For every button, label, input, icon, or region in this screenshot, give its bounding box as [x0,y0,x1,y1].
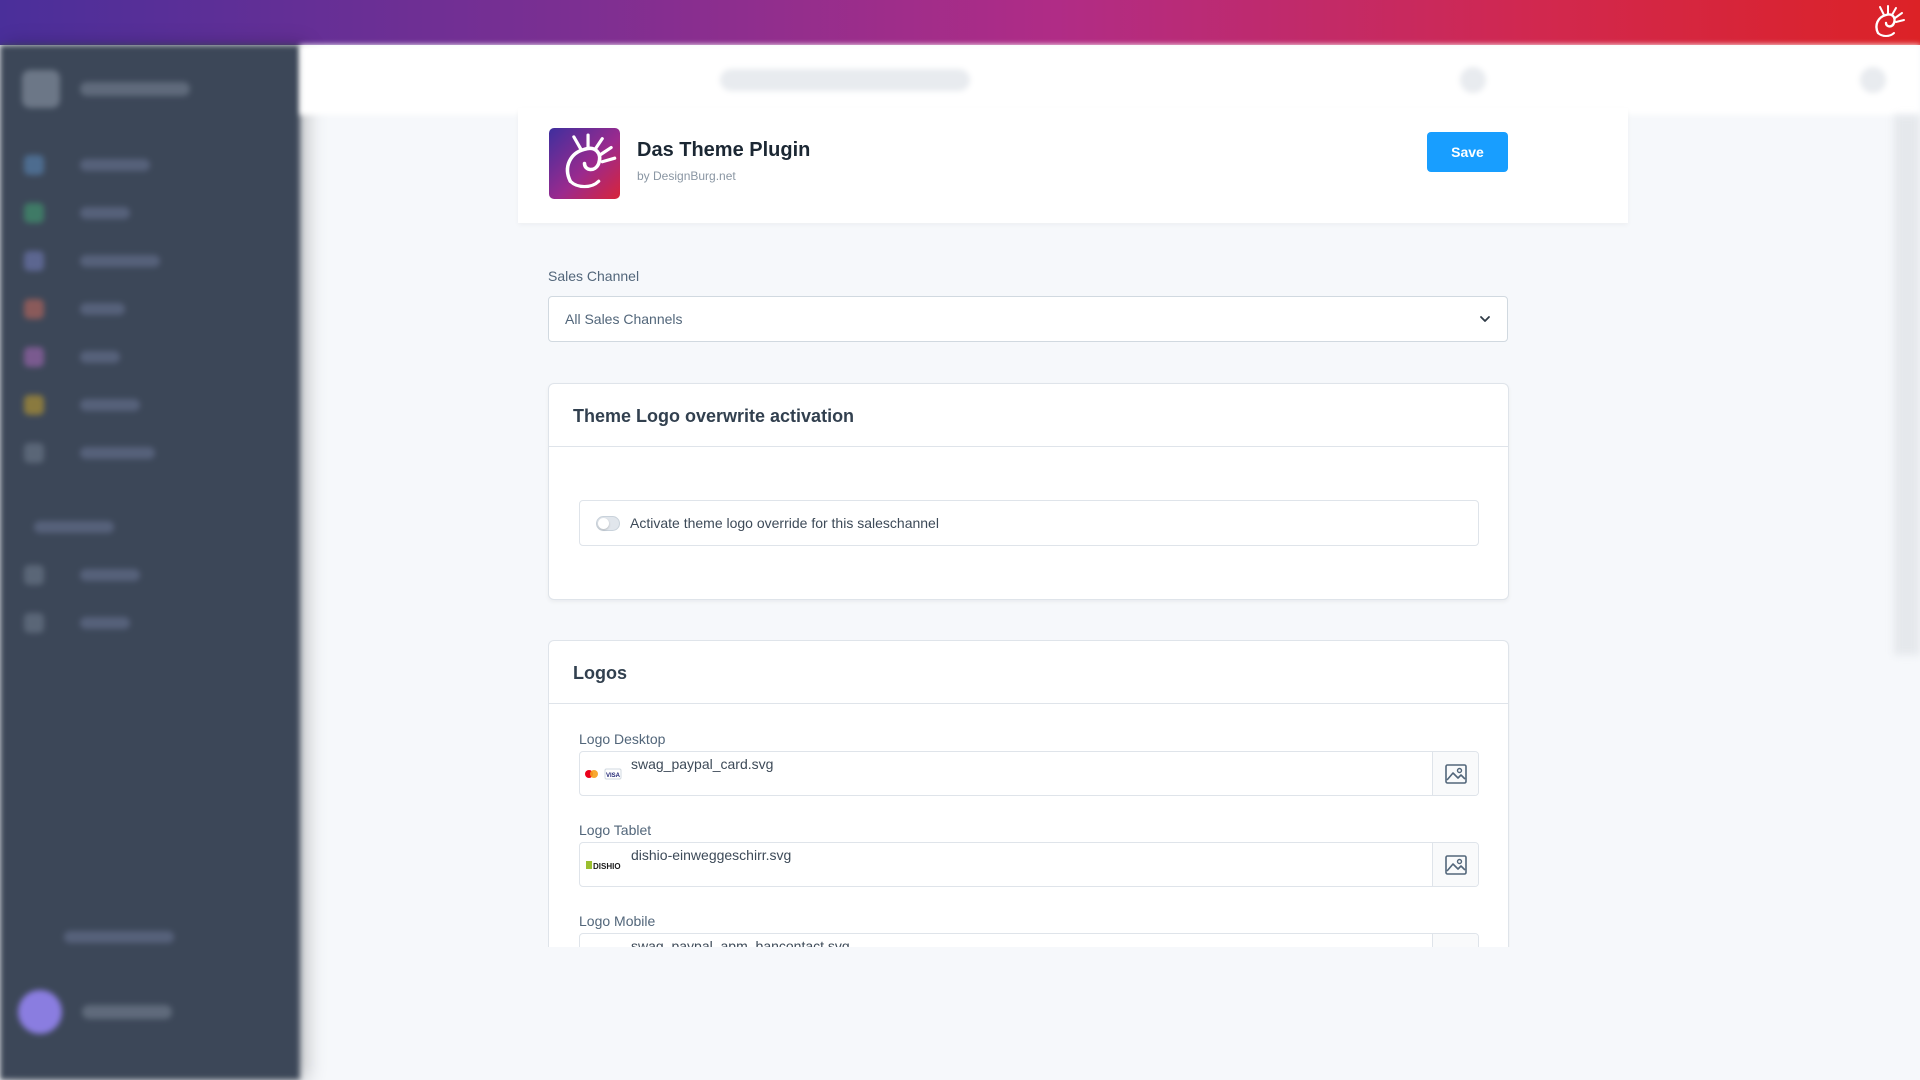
card-brands-icon: VISA [585,768,622,780]
plugin-title: Das Theme Plugin [637,139,811,161]
logo-mobile-label: Logo Mobile [579,913,656,929]
media-picker-button[interactable] [1432,934,1478,947]
divider [549,703,1508,704]
admin-header-blurred [300,45,1920,115]
right-panel-blurred [1894,115,1920,655]
plugin-icon [549,128,620,199]
card-title: Theme Logo overwrite activation [573,406,855,426]
logo-mobile-filename: swag_paypal_apm_bancontact.svg [631,938,850,947]
dragon-logo-icon [1875,5,1905,37]
media-picker-button[interactable] [1432,752,1478,795]
plugin-vendor: by DesignBurg.net [637,169,736,183]
sales-channel-select[interactable]: All Sales Channels [548,296,1508,342]
top-brand-bar [0,0,1920,45]
logo-override-toggle[interactable] [596,516,620,531]
logos-scroll-area: Logos Logo Desktop VISA swag_paypal_card… [548,640,1510,947]
logo-desktop-input[interactable]: VISA swag_paypal_card.svg [579,751,1479,796]
logo-tablet-filename: dishio-einweggeschirr.svg [631,847,792,863]
svg-text:VISA: VISA [606,773,621,779]
svg-text:DISHIO: DISHIO [593,862,621,871]
dragon-logo-icon [565,133,617,189]
logo-tablet-label: Logo Tablet [579,822,652,838]
logo-mobile-input[interactable]: swag_paypal_apm_bancontact.svg [579,933,1479,947]
theme-logo-activation-card: Theme Logo overwrite activation Activate… [548,383,1509,600]
plugin-config-header: Das Theme Plugin by DesignBurg.net Save [518,108,1628,223]
media-picker-button[interactable] [1432,843,1478,886]
chevron-down-icon [1480,316,1490,322]
logo-override-row: Activate theme logo override for this sa… [579,500,1479,546]
logo-desktop-label: Logo Desktop [579,731,666,747]
dishio-logo-icon: DISHIO [586,861,621,871]
admin-sidebar-blurred [0,45,300,1080]
logos-card: Logos Logo Desktop VISA swag_paypal_card… [548,640,1509,947]
logo-override-label: Activate theme logo override for this sa… [630,515,939,531]
image-icon [1445,855,1467,875]
card-title: Logos [573,663,627,683]
divider [549,446,1508,447]
sales-channel-label: Sales Channel [548,268,640,284]
sales-channel-section: Sales Channel All Sales Channels [548,268,1508,342]
save-button[interactable]: Save [1427,132,1508,172]
sales-channel-value: All Sales Channels [565,311,683,327]
image-icon [1445,764,1467,784]
logo-desktop-filename: swag_paypal_card.svg [631,756,774,772]
logo-tablet-input[interactable]: DISHIO dishio-einweggeschirr.svg [579,842,1479,887]
